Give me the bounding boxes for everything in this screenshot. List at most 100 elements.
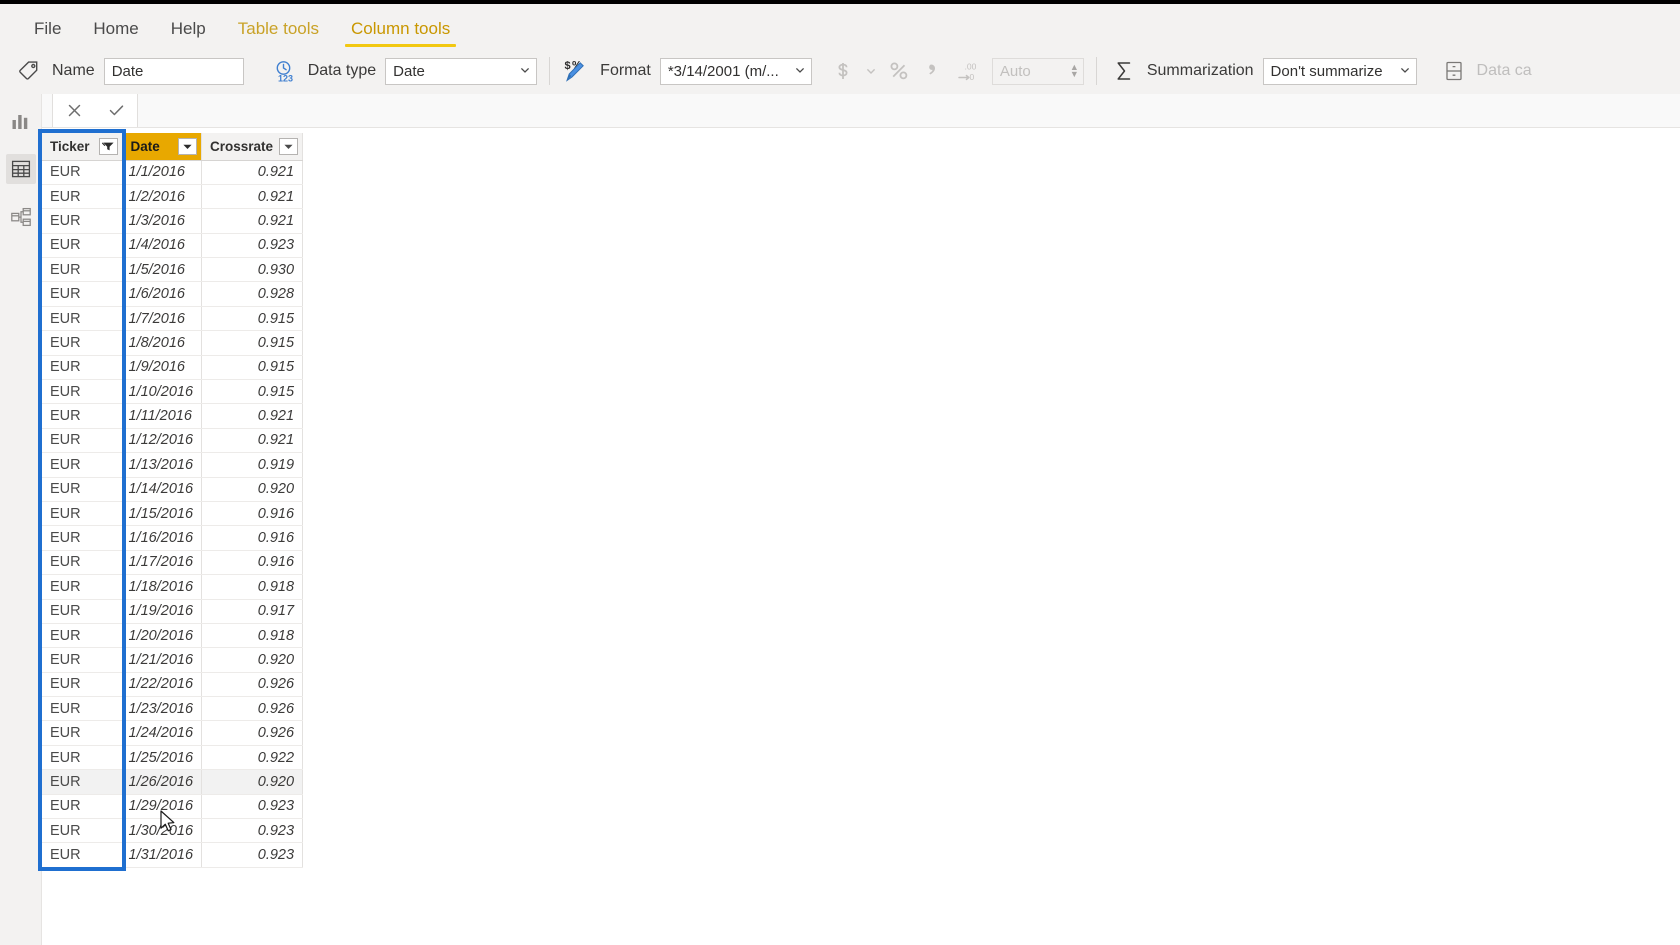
cell-date[interactable]: 1/9/2016 <box>122 355 203 381</box>
filter-sort-icon[interactable] <box>98 137 118 155</box>
cell-crossrate[interactable]: 0.926 <box>201 696 304 722</box>
cell-crossrate[interactable]: 0.922 <box>201 745 304 771</box>
cell-crossrate[interactable]: 0.916 <box>201 550 304 576</box>
cell-ticker[interactable]: EUR <box>42 794 123 820</box>
cell-crossrate[interactable]: 0.921 <box>201 184 304 210</box>
cell-date[interactable]: 1/16/2016 <box>122 525 203 551</box>
currency-format-button[interactable] <box>826 55 860 87</box>
cell-date[interactable]: 1/19/2016 <box>122 599 203 624</box>
cell-date[interactable]: 1/12/2016 <box>122 428 203 454</box>
cell-crossrate[interactable]: 0.921 <box>201 208 304 234</box>
cell-date[interactable]: 1/20/2016 <box>122 623 203 649</box>
table-row[interactable]: EUR 1/11/2016 0.921 <box>42 403 304 429</box>
table-row[interactable]: EUR 1/4/2016 0.923 <box>42 233 304 259</box>
decimal-places-stepper[interactable]: Auto ▲ ▼ <box>991 57 1084 85</box>
close-icon[interactable] <box>59 96 89 126</box>
cell-ticker[interactable]: EUR <box>42 769 123 795</box>
cell-ticker[interactable]: EUR <box>42 233 123 259</box>
cell-crossrate[interactable]: 0.919 <box>201 452 304 478</box>
table-row[interactable]: EUR 1/16/2016 0.916 <box>42 525 304 551</box>
cell-ticker[interactable]: EUR <box>42 184 123 210</box>
cell-date[interactable]: 1/23/2016 <box>122 696 203 722</box>
cell-ticker[interactable]: EUR <box>42 818 123 844</box>
tab-table-tools[interactable]: Table tools <box>222 19 335 48</box>
table-row[interactable]: EUR 1/2/2016 0.921 <box>42 184 304 210</box>
cell-ticker[interactable]: EUR <box>42 379 123 405</box>
cell-crossrate[interactable]: 0.926 <box>201 672 304 698</box>
table-row[interactable]: EUR 1/29/2016 0.923 <box>42 794 304 820</box>
table-row[interactable]: EUR 1/12/2016 0.921 <box>42 428 304 454</box>
cell-ticker[interactable]: EUR <box>42 306 123 332</box>
cell-crossrate[interactable]: 0.916 <box>201 501 304 527</box>
cell-date[interactable]: 1/1/2016 <box>122 160 203 185</box>
decrease-decimals-icon[interactable]: .00 0 <box>950 55 984 87</box>
table-row[interactable]: EUR 1/20/2016 0.918 <box>42 623 304 649</box>
cell-crossrate[interactable]: 0.930 <box>201 257 304 283</box>
currency-dropdown-chevron[interactable] <box>860 55 882 87</box>
cell-ticker[interactable]: EUR <box>42 696 123 722</box>
table-row[interactable]: EUR 1/30/2016 0.923 <box>42 818 304 844</box>
table-row[interactable]: EUR 1/15/2016 0.916 <box>42 501 304 527</box>
table-row[interactable]: EUR 1/17/2016 0.916 <box>42 550 304 576</box>
cell-date[interactable]: 1/24/2016 <box>122 720 203 746</box>
cell-date[interactable]: 1/5/2016 <box>122 257 203 283</box>
cell-ticker[interactable]: EUR <box>42 623 123 649</box>
cell-date[interactable]: 1/18/2016 <box>122 574 203 600</box>
cell-crossrate[interactable]: 0.915 <box>201 330 304 356</box>
cell-date[interactable]: 1/30/2016 <box>122 818 203 844</box>
table-row[interactable]: EUR 1/8/2016 0.915 <box>42 330 304 356</box>
cell-date[interactable]: 1/3/2016 <box>122 208 203 234</box>
cell-ticker[interactable]: EUR <box>42 208 123 234</box>
chevron-down-icon[interactable] <box>279 137 299 155</box>
table-row[interactable]: EUR 1/6/2016 0.928 <box>42 281 304 307</box>
column-header-ticker[interactable]: Ticker <box>42 133 123 161</box>
tab-help[interactable]: Help <box>155 19 222 48</box>
cell-ticker[interactable]: EUR <box>42 160 123 185</box>
cell-crossrate[interactable]: 0.920 <box>201 769 304 795</box>
cell-date[interactable]: 1/21/2016 <box>122 647 203 673</box>
model-view-icon[interactable] <box>6 202 36 232</box>
cell-ticker[interactable]: EUR <box>42 574 123 600</box>
table-row[interactable]: EUR 1/21/2016 0.920 <box>42 647 304 673</box>
cell-ticker[interactable]: EUR <box>42 647 123 673</box>
tab-home[interactable]: Home <box>77 19 154 48</box>
cell-ticker[interactable]: EUR <box>42 672 123 698</box>
cell-crossrate[interactable]: 0.920 <box>201 647 304 673</box>
table-row[interactable]: EUR 1/3/2016 0.921 <box>42 208 304 234</box>
cell-ticker[interactable]: EUR <box>42 477 123 502</box>
cell-ticker[interactable]: EUR <box>42 281 123 307</box>
check-icon[interactable] <box>101 96 131 126</box>
cell-crossrate[interactable]: 0.928 <box>201 281 304 307</box>
table-row[interactable]: EUR 1/1/2016 0.921 <box>42 160 304 185</box>
table-row[interactable]: EUR 1/26/2016 0.920 <box>42 769 304 795</box>
cell-date[interactable]: 1/15/2016 <box>122 501 203 527</box>
cell-crossrate[interactable]: 0.923 <box>201 818 304 844</box>
table-row[interactable]: EUR 1/14/2016 0.920 <box>42 477 304 502</box>
cell-ticker[interactable]: EUR <box>42 428 123 454</box>
table-row[interactable]: EUR 1/7/2016 0.915 <box>42 306 304 332</box>
table-row[interactable]: EUR 1/18/2016 0.918 <box>42 574 304 600</box>
cell-date[interactable]: 1/11/2016 <box>122 403 203 429</box>
cell-date[interactable]: 1/17/2016 <box>122 550 203 576</box>
cell-crossrate[interactable]: 0.923 <box>201 233 304 259</box>
cell-crossrate[interactable]: 0.923 <box>201 794 304 820</box>
table-row[interactable]: EUR 1/23/2016 0.926 <box>42 696 304 722</box>
cell-crossrate[interactable]: 0.918 <box>201 574 304 600</box>
cell-ticker[interactable]: EUR <box>42 842 123 868</box>
cell-date[interactable]: 1/7/2016 <box>122 306 203 332</box>
data-type-dropdown[interactable]: Date <box>385 57 538 85</box>
cell-crossrate[interactable]: 0.921 <box>201 428 304 454</box>
table-row[interactable]: EUR 1/13/2016 0.919 <box>42 452 304 478</box>
cell-date[interactable]: 1/22/2016 <box>122 672 203 698</box>
cell-date[interactable]: 1/2/2016 <box>122 184 203 210</box>
cell-crossrate[interactable]: 0.920 <box>201 477 304 502</box>
cell-ticker[interactable]: EUR <box>42 330 123 356</box>
cell-ticker[interactable]: EUR <box>42 403 123 429</box>
data-view-icon[interactable] <box>5 154 36 184</box>
cell-date[interactable]: 1/31/2016 <box>122 842 203 868</box>
table-row[interactable]: EUR 1/31/2016 0.923 <box>42 842 304 868</box>
cell-crossrate[interactable]: 0.915 <box>201 306 304 332</box>
cell-crossrate[interactable]: 0.915 <box>201 379 304 405</box>
cell-crossrate[interactable]: 0.916 <box>201 525 304 551</box>
cell-crossrate[interactable]: 0.918 <box>201 623 304 649</box>
